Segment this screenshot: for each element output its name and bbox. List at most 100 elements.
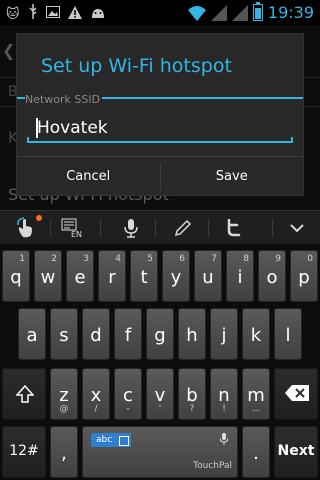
warning-icon	[67, 5, 82, 24]
microphone-icon[interactable]	[118, 217, 144, 239]
cancel-button[interactable]: Cancel	[17, 157, 160, 196]
signal-icon-2	[231, 4, 248, 21]
keyboard-toolbar: EN	[0, 210, 320, 244]
android-icon	[90, 6, 106, 23]
key-label: z	[59, 385, 69, 406]
key-3-6[interactable]: m...	[242, 368, 270, 420]
comma-key[interactable]: ,	[50, 426, 78, 478]
key-label: o	[266, 267, 278, 288]
image-icon	[45, 6, 60, 23]
save-button[interactable]: Save	[161, 157, 304, 196]
usb-icon	[28, 4, 38, 25]
key-1-9[interactable]: p0	[290, 250, 318, 302]
key-hint: 7	[211, 254, 217, 264]
text-cursor	[36, 118, 38, 138]
key-2-3[interactable]: f	[114, 308, 142, 360]
key-hint: 9	[275, 254, 281, 264]
key-1-0[interactable]: q1	[2, 250, 30, 302]
key-label: w	[40, 267, 56, 288]
symbols-key[interactable]: 12#	[2, 426, 46, 478]
key-1-3[interactable]: r4	[98, 250, 126, 302]
back-icon: ❮	[2, 41, 16, 60]
key-3-3[interactable]: v '	[146, 368, 174, 420]
key-sub-label: !	[222, 404, 226, 414]
lang-badge: EN	[71, 230, 82, 238]
key-label: q	[10, 267, 22, 288]
key-1-4[interactable]: t5	[130, 250, 158, 302]
key-hint: 5	[147, 254, 153, 264]
key-2-0[interactable]: a	[18, 308, 46, 360]
key-sub-label: ?	[189, 404, 195, 414]
key-1-7[interactable]: i8	[226, 250, 254, 302]
key-3-0[interactable]: z @	[50, 368, 78, 420]
key-3-5[interactable]: n!	[210, 368, 238, 420]
microphone-icon	[220, 433, 228, 445]
key-1-2[interactable]: e3	[66, 250, 94, 302]
ssid-input[interactable]	[29, 112, 292, 144]
key-label: j	[221, 325, 227, 346]
keyboard-en-icon[interactable]: EN	[60, 217, 86, 239]
key-label: e	[74, 267, 86, 288]
key-label: m	[247, 385, 265, 406]
key-3-4[interactable]: b?	[178, 368, 206, 420]
key-2-4[interactable]: g	[146, 308, 174, 360]
touch-icon[interactable]	[12, 217, 38, 239]
soft-keyboard: q 1 w 2 e 3 r 4 t 5 y 6 u 7 i 8 o 9 p 0 a s d f g h j k l z @ x / c - v ' b? n…	[0, 244, 320, 480]
key-3-2[interactable]: c-	[114, 368, 142, 420]
clock: 19:39	[267, 3, 314, 22]
chevron-down-icon[interactable]	[284, 217, 310, 239]
backspace-key[interactable]	[274, 368, 318, 420]
cat-icon: 🐱	[6, 6, 20, 22]
key-label: l	[285, 325, 291, 346]
key-sub-label: '	[158, 404, 162, 414]
key-2-8[interactable]: l	[274, 308, 302, 360]
key-label: s	[59, 325, 69, 346]
key-label: u	[202, 267, 214, 288]
key-label: v	[154, 385, 166, 406]
key-label: n	[218, 385, 230, 406]
key-label: i	[237, 267, 243, 288]
dialog-button-bar: Cancel Save	[17, 156, 303, 196]
key-label: g	[154, 325, 166, 346]
next-key[interactable]: Next	[274, 426, 318, 478]
key-hint: 0	[307, 254, 313, 264]
key-label: t	[140, 267, 148, 288]
key-sub-label: /	[94, 404, 98, 414]
status-bar: 🐱 19:39	[0, 0, 320, 25]
key-1-6[interactable]: u7	[194, 250, 222, 302]
key-label: a	[26, 325, 38, 346]
key-1-5[interactable]: y6	[162, 250, 190, 302]
shift-key[interactable]	[2, 368, 46, 420]
key-label: h	[186, 325, 198, 346]
wifi-hotspot-dialog: Set up Wi-Fi hotspot Network SSID Cancel…	[16, 33, 304, 196]
period-key[interactable]: .	[242, 426, 270, 478]
language-pill: abc	[91, 433, 131, 447]
key-3-1[interactable]: x /	[82, 368, 110, 420]
key-2-5[interactable]: h	[178, 308, 206, 360]
key-hint: 6	[179, 254, 185, 264]
battery-icon	[252, 2, 263, 21]
key-sub-label: @	[59, 404, 69, 414]
dialog-title: Set up Wi-Fi hotspot	[41, 55, 232, 77]
key-2-7[interactable]: k	[242, 308, 270, 360]
key-2-2[interactable]: d	[82, 308, 110, 360]
signal-icon-1	[210, 4, 227, 21]
key-1-8[interactable]: o9	[258, 250, 286, 302]
key-label: y	[170, 267, 182, 288]
key-sub-label: ...	[251, 404, 261, 414]
key-label: b	[186, 385, 198, 406]
key-2-6[interactable]: j	[210, 308, 238, 360]
twitter-icon[interactable]	[220, 217, 246, 239]
key-hint: 1	[19, 254, 25, 264]
pencil-icon[interactable]	[170, 217, 196, 239]
brand-label: TouchPal	[193, 461, 232, 471]
key-label: f	[124, 325, 132, 346]
key-label: c	[123, 385, 133, 406]
key-hint: 3	[83, 254, 89, 264]
key-2-1[interactable]: s	[50, 308, 78, 360]
key-label: r	[108, 267, 116, 288]
notification-dot	[36, 215, 42, 221]
space-bar[interactable]: abc TouchPal	[82, 426, 238, 478]
key-1-1[interactable]: w2	[34, 250, 62, 302]
key-hint: 8	[243, 254, 249, 264]
